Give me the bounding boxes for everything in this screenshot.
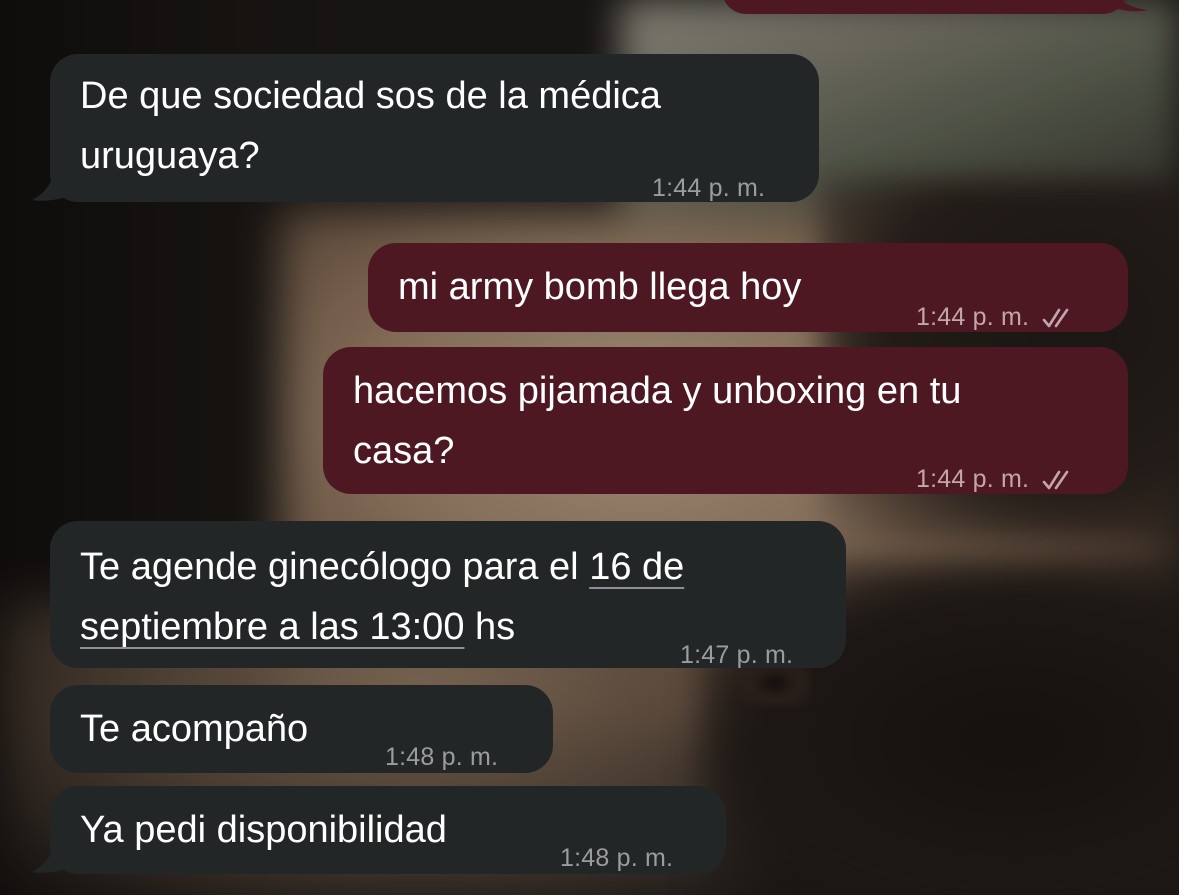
message-text: Te agende ginecólogo para el 16 de septi… <box>80 546 685 648</box>
message-timestamp: 1:47 p. m. <box>680 641 794 669</box>
message-bubble-outgoing[interactable]: mi army bomb llega hoy 1:44 p. m. <box>368 243 1128 332</box>
message-timestamp: 1:48 p. m. <box>560 844 674 872</box>
double-check-icon <box>1043 309 1069 328</box>
message-text: mi army bomb llega hoy <box>398 266 802 308</box>
message-text: hacemos pijamada y unboxing en tu casa? <box>353 370 962 472</box>
date-link[interactable]: 16 de <box>589 546 684 588</box>
message-timestamp: 1:44 p. m. <box>652 174 766 202</box>
bubble-tail <box>32 170 70 201</box>
date-link[interactable]: septiembre a las 13:00 <box>80 606 464 648</box>
double-check-icon <box>1043 471 1069 490</box>
chat-screen: De que sociedad sos de la médica uruguay… <box>0 0 1179 895</box>
message-bubble-incoming[interactable]: Te acompaño 1:48 p. m. <box>50 685 553 773</box>
message-timestamp: 1:48 p. m. <box>385 743 499 771</box>
message-bubble-incoming[interactable]: De que sociedad sos de la médica uruguay… <box>50 54 819 202</box>
message-text: Te acompaño <box>80 708 309 750</box>
message-text: Ya pedi disponibilidad <box>80 809 447 851</box>
message-bubble-outgoing[interactable]: hacemos pijamada y unboxing en tu casa? … <box>323 347 1128 494</box>
message-bubble-incoming[interactable]: Te agende ginecólogo para el 16 de septi… <box>50 521 846 669</box>
message-timestamp: 1:44 p. m. <box>916 449 1076 509</box>
message-bubble-incoming[interactable]: Ya pedi disponibilidad 1:48 p. m. <box>50 786 726 874</box>
message-timestamp: 1:44 p. m. <box>916 287 1076 347</box>
message-bubble-outgoing-partial[interactable] <box>722 0 1127 14</box>
bubble-tail <box>1112 0 1148 12</box>
bubble-tail <box>32 842 70 873</box>
message-text: De que sociedad sos de la médica uruguay… <box>80 75 661 177</box>
